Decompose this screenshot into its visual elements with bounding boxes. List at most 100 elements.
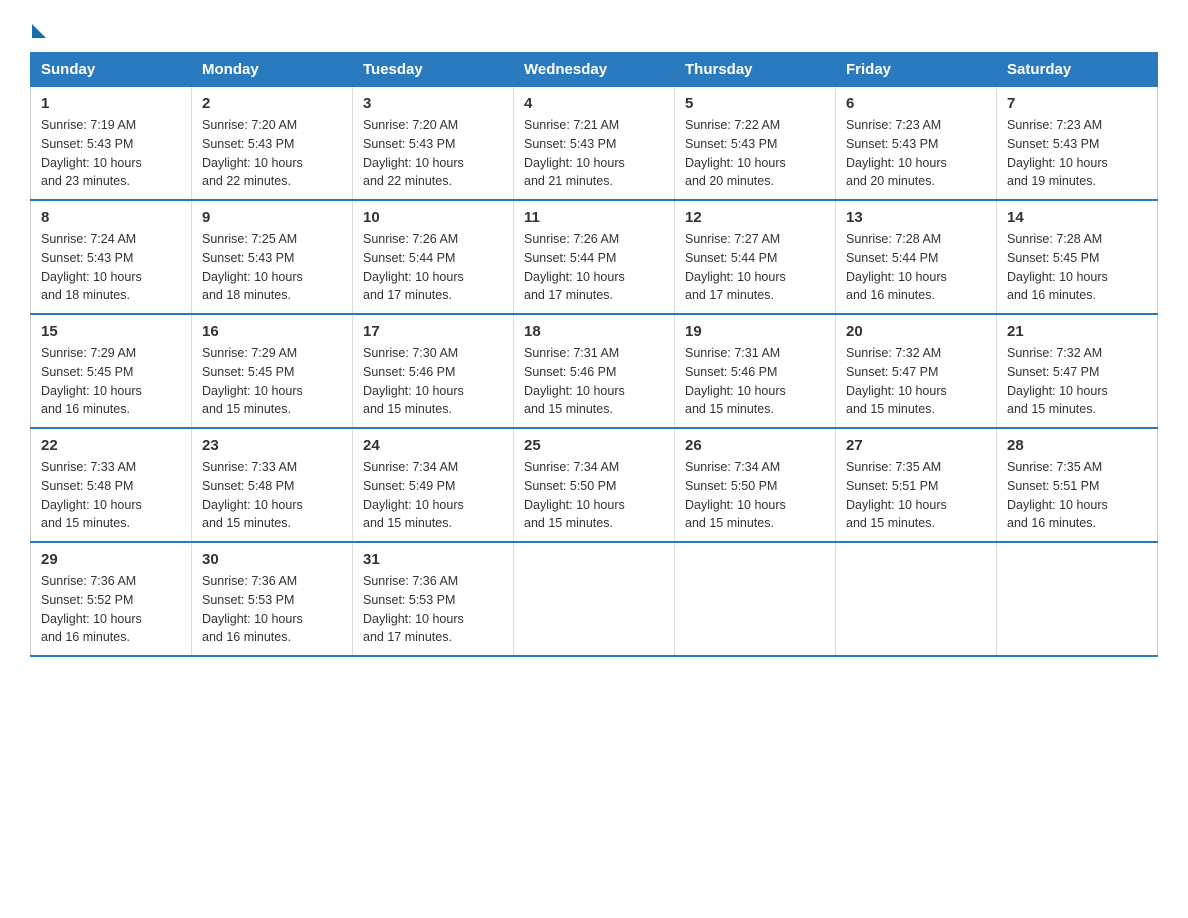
day-info: Sunrise: 7:19 AMSunset: 5:43 PMDaylight:… xyxy=(41,118,142,188)
calendar-cell: 1 Sunrise: 7:19 AMSunset: 5:43 PMDayligh… xyxy=(31,87,192,201)
weekday-header-wednesday: Wednesday xyxy=(514,53,675,87)
calendar-cell: 23 Sunrise: 7:33 AMSunset: 5:48 PMDaylig… xyxy=(192,428,353,542)
weekday-header-tuesday: Tuesday xyxy=(353,53,514,87)
calendar-cell: 15 Sunrise: 7:29 AMSunset: 5:45 PMDaylig… xyxy=(31,314,192,428)
calendar-cell: 26 Sunrise: 7:34 AMSunset: 5:50 PMDaylig… xyxy=(675,428,836,542)
day-number: 27 xyxy=(846,437,986,454)
calendar-cell: 21 Sunrise: 7:32 AMSunset: 5:47 PMDaylig… xyxy=(997,314,1158,428)
day-info: Sunrise: 7:33 AMSunset: 5:48 PMDaylight:… xyxy=(202,460,303,530)
day-info: Sunrise: 7:28 AMSunset: 5:44 PMDaylight:… xyxy=(846,232,947,302)
day-info: Sunrise: 7:36 AMSunset: 5:52 PMDaylight:… xyxy=(41,574,142,644)
day-info: Sunrise: 7:23 AMSunset: 5:43 PMDaylight:… xyxy=(846,118,947,188)
day-number: 6 xyxy=(846,95,986,112)
calendar-cell: 22 Sunrise: 7:33 AMSunset: 5:48 PMDaylig… xyxy=(31,428,192,542)
calendar-cell: 20 Sunrise: 7:32 AMSunset: 5:47 PMDaylig… xyxy=(836,314,997,428)
day-number: 1 xyxy=(41,95,181,112)
day-info: Sunrise: 7:34 AMSunset: 5:50 PMDaylight:… xyxy=(685,460,786,530)
day-number: 15 xyxy=(41,323,181,340)
day-info: Sunrise: 7:31 AMSunset: 5:46 PMDaylight:… xyxy=(685,346,786,416)
day-number: 29 xyxy=(41,551,181,568)
day-info: Sunrise: 7:28 AMSunset: 5:45 PMDaylight:… xyxy=(1007,232,1108,302)
weekday-header-thursday: Thursday xyxy=(675,53,836,87)
day-number: 21 xyxy=(1007,323,1147,340)
day-number: 17 xyxy=(363,323,503,340)
day-number: 7 xyxy=(1007,95,1147,112)
calendar-cell: 12 Sunrise: 7:27 AMSunset: 5:44 PMDaylig… xyxy=(675,200,836,314)
calendar-header: SundayMondayTuesdayWednesdayThursdayFrid… xyxy=(31,53,1158,87)
day-info: Sunrise: 7:20 AMSunset: 5:43 PMDaylight:… xyxy=(363,118,464,188)
day-info: Sunrise: 7:29 AMSunset: 5:45 PMDaylight:… xyxy=(41,346,142,416)
day-info: Sunrise: 7:25 AMSunset: 5:43 PMDaylight:… xyxy=(202,232,303,302)
day-number: 16 xyxy=(202,323,342,340)
day-info: Sunrise: 7:24 AMSunset: 5:43 PMDaylight:… xyxy=(41,232,142,302)
calendar-cell: 6 Sunrise: 7:23 AMSunset: 5:43 PMDayligh… xyxy=(836,87,997,201)
day-number: 10 xyxy=(363,209,503,226)
calendar-cell: 10 Sunrise: 7:26 AMSunset: 5:44 PMDaylig… xyxy=(353,200,514,314)
day-info: Sunrise: 7:35 AMSunset: 5:51 PMDaylight:… xyxy=(1007,460,1108,530)
day-number: 8 xyxy=(41,209,181,226)
calendar-cell: 29 Sunrise: 7:36 AMSunset: 5:52 PMDaylig… xyxy=(31,542,192,656)
day-info: Sunrise: 7:26 AMSunset: 5:44 PMDaylight:… xyxy=(363,232,464,302)
day-number: 12 xyxy=(685,209,825,226)
day-number: 24 xyxy=(363,437,503,454)
day-info: Sunrise: 7:33 AMSunset: 5:48 PMDaylight:… xyxy=(41,460,142,530)
day-number: 5 xyxy=(685,95,825,112)
logo-arrow-icon xyxy=(32,24,46,38)
day-number: 28 xyxy=(1007,437,1147,454)
weekday-header-friday: Friday xyxy=(836,53,997,87)
day-number: 4 xyxy=(524,95,664,112)
calendar-cell: 9 Sunrise: 7:25 AMSunset: 5:43 PMDayligh… xyxy=(192,200,353,314)
calendar-cell: 5 Sunrise: 7:22 AMSunset: 5:43 PMDayligh… xyxy=(675,87,836,201)
day-info: Sunrise: 7:31 AMSunset: 5:46 PMDaylight:… xyxy=(524,346,625,416)
day-info: Sunrise: 7:34 AMSunset: 5:50 PMDaylight:… xyxy=(524,460,625,530)
calendar-cell: 31 Sunrise: 7:36 AMSunset: 5:53 PMDaylig… xyxy=(353,542,514,656)
calendar-cell: 8 Sunrise: 7:24 AMSunset: 5:43 PMDayligh… xyxy=(31,200,192,314)
calendar-cell: 2 Sunrise: 7:20 AMSunset: 5:43 PMDayligh… xyxy=(192,87,353,201)
day-number: 11 xyxy=(524,209,664,226)
calendar-cell: 30 Sunrise: 7:36 AMSunset: 5:53 PMDaylig… xyxy=(192,542,353,656)
day-number: 2 xyxy=(202,95,342,112)
day-info: Sunrise: 7:32 AMSunset: 5:47 PMDaylight:… xyxy=(1007,346,1108,416)
calendar-table: SundayMondayTuesdayWednesdayThursdayFrid… xyxy=(30,52,1158,657)
weekday-header-monday: Monday xyxy=(192,53,353,87)
day-info: Sunrise: 7:21 AMSunset: 5:43 PMDaylight:… xyxy=(524,118,625,188)
calendar-cell: 14 Sunrise: 7:28 AMSunset: 5:45 PMDaylig… xyxy=(997,200,1158,314)
calendar-cell: 11 Sunrise: 7:26 AMSunset: 5:44 PMDaylig… xyxy=(514,200,675,314)
calendar-body: 1 Sunrise: 7:19 AMSunset: 5:43 PMDayligh… xyxy=(31,87,1158,657)
calendar-week-row: 22 Sunrise: 7:33 AMSunset: 5:48 PMDaylig… xyxy=(31,428,1158,542)
day-info: Sunrise: 7:26 AMSunset: 5:44 PMDaylight:… xyxy=(524,232,625,302)
page-header xyxy=(30,20,1158,34)
day-number: 30 xyxy=(202,551,342,568)
day-number: 3 xyxy=(363,95,503,112)
calendar-cell xyxy=(836,542,997,656)
calendar-cell xyxy=(514,542,675,656)
calendar-week-row: 1 Sunrise: 7:19 AMSunset: 5:43 PMDayligh… xyxy=(31,87,1158,201)
day-info: Sunrise: 7:36 AMSunset: 5:53 PMDaylight:… xyxy=(202,574,303,644)
day-info: Sunrise: 7:34 AMSunset: 5:49 PMDaylight:… xyxy=(363,460,464,530)
calendar-cell: 19 Sunrise: 7:31 AMSunset: 5:46 PMDaylig… xyxy=(675,314,836,428)
day-number: 25 xyxy=(524,437,664,454)
calendar-cell: 7 Sunrise: 7:23 AMSunset: 5:43 PMDayligh… xyxy=(997,87,1158,201)
day-number: 18 xyxy=(524,323,664,340)
day-info: Sunrise: 7:35 AMSunset: 5:51 PMDaylight:… xyxy=(846,460,947,530)
day-info: Sunrise: 7:20 AMSunset: 5:43 PMDaylight:… xyxy=(202,118,303,188)
calendar-cell: 18 Sunrise: 7:31 AMSunset: 5:46 PMDaylig… xyxy=(514,314,675,428)
calendar-cell: 16 Sunrise: 7:29 AMSunset: 5:45 PMDaylig… xyxy=(192,314,353,428)
weekday-header-saturday: Saturday xyxy=(997,53,1158,87)
calendar-cell: 17 Sunrise: 7:30 AMSunset: 5:46 PMDaylig… xyxy=(353,314,514,428)
day-info: Sunrise: 7:36 AMSunset: 5:53 PMDaylight:… xyxy=(363,574,464,644)
calendar-cell: 27 Sunrise: 7:35 AMSunset: 5:51 PMDaylig… xyxy=(836,428,997,542)
day-number: 26 xyxy=(685,437,825,454)
day-info: Sunrise: 7:23 AMSunset: 5:43 PMDaylight:… xyxy=(1007,118,1108,188)
calendar-cell: 24 Sunrise: 7:34 AMSunset: 5:49 PMDaylig… xyxy=(353,428,514,542)
day-number: 14 xyxy=(1007,209,1147,226)
calendar-week-row: 15 Sunrise: 7:29 AMSunset: 5:45 PMDaylig… xyxy=(31,314,1158,428)
calendar-cell: 25 Sunrise: 7:34 AMSunset: 5:50 PMDaylig… xyxy=(514,428,675,542)
day-info: Sunrise: 7:32 AMSunset: 5:47 PMDaylight:… xyxy=(846,346,947,416)
calendar-week-row: 8 Sunrise: 7:24 AMSunset: 5:43 PMDayligh… xyxy=(31,200,1158,314)
day-number: 22 xyxy=(41,437,181,454)
day-number: 9 xyxy=(202,209,342,226)
day-number: 13 xyxy=(846,209,986,226)
day-number: 31 xyxy=(363,551,503,568)
calendar-cell: 4 Sunrise: 7:21 AMSunset: 5:43 PMDayligh… xyxy=(514,87,675,201)
